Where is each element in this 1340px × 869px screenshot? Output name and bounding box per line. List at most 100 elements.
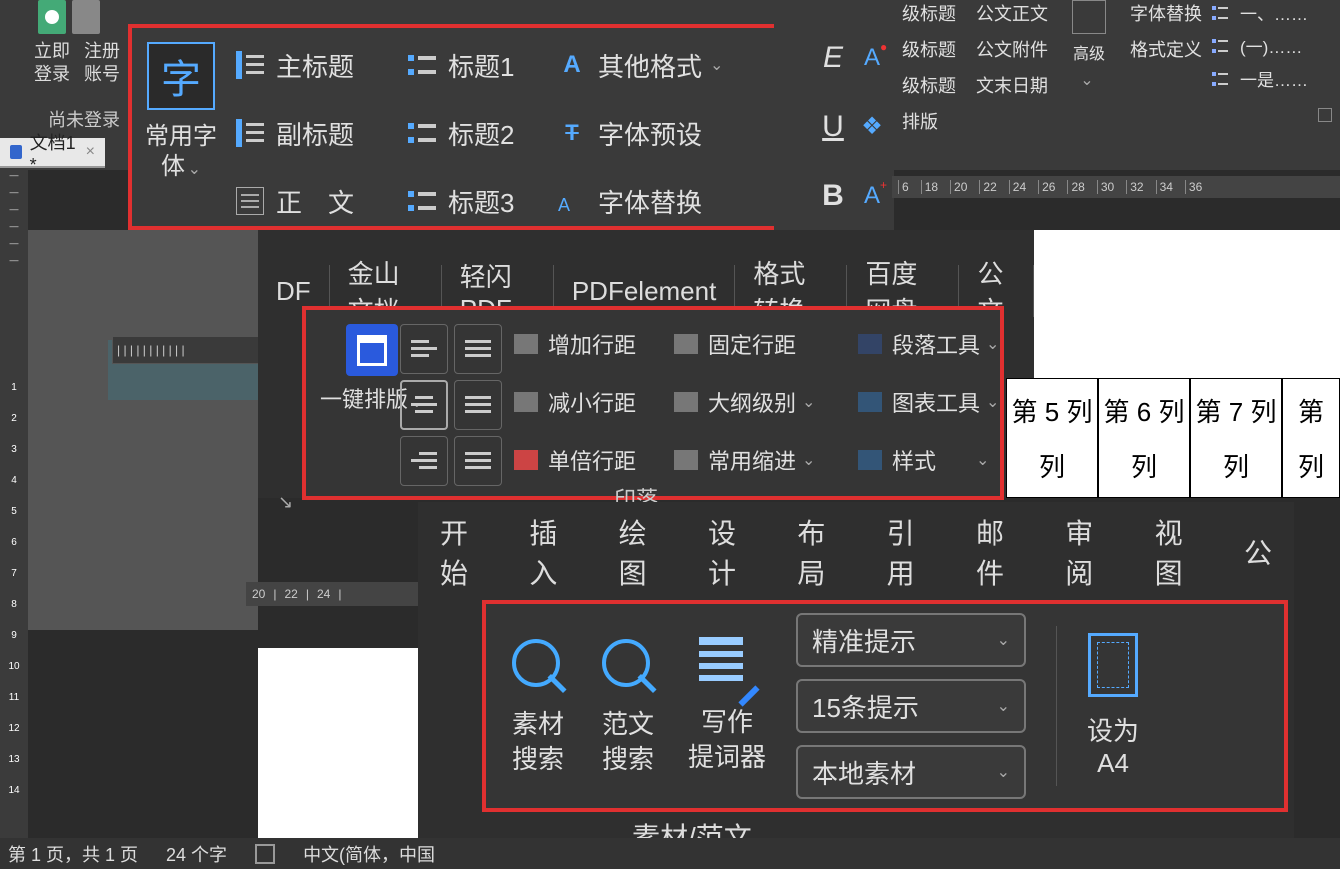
para-icon — [858, 334, 882, 354]
underline-button[interactable]: U — [822, 110, 844, 144]
list-style-3[interactable]: 一是…… — [1212, 66, 1308, 91]
page-status[interactable]: 第 1 页，共 1 页 — [8, 841, 138, 867]
material-search-button[interactable]: 素材 搜索 — [508, 635, 568, 777]
tab-reference[interactable]: 引用 — [865, 512, 954, 592]
search-icon — [508, 635, 568, 695]
login-button[interactable]: 立即 登录 — [34, 40, 70, 87]
text-icon — [236, 187, 264, 215]
increase-spacing-btn[interactable]: 增加行距 — [514, 328, 636, 360]
font-grow-icon[interactable]: A● — [864, 44, 880, 72]
status-bar: 第 1 页，共 1 页 24 个字 中文(简体，中国 — [0, 838, 1340, 869]
tab-view[interactable]: 视图 — [1133, 512, 1222, 592]
doc-icon — [10, 145, 22, 159]
align-justify-button[interactable] — [454, 324, 502, 374]
align-both-button[interactable] — [454, 436, 502, 486]
language-status[interactable]: 中文(简体，中国 — [303, 841, 435, 867]
single-spacing-btn[interactable]: 单倍行距 — [514, 444, 636, 476]
heading2-btn[interactable]: 标题2 — [408, 115, 534, 152]
chart-icon — [858, 392, 882, 412]
italic-button[interactable]: E — [823, 41, 843, 75]
table-cell[interactable]: 第 5 列列 — [1006, 378, 1098, 498]
heading1-btn[interactable]: 标题1 — [408, 47, 534, 84]
common-fonts-button[interactable]: 字 常用字体 ⌄ — [140, 42, 222, 182]
chart-tool-btn[interactable]: 图表工具⌄ — [858, 386, 999, 418]
chevron-down-icon: ⌄ — [188, 161, 201, 178]
tab-draw[interactable]: 绘图 — [597, 512, 686, 592]
align-center-button[interactable] — [400, 380, 448, 430]
edit-doc-icon — [699, 637, 755, 693]
tab-insert[interactable]: 插入 — [507, 512, 596, 592]
spacing-icon — [514, 450, 538, 470]
dialog-launcher-icon[interactable] — [1318, 108, 1332, 122]
precision-dropdown[interactable]: 精准提示⌄ — [796, 613, 1026, 667]
book-icon[interactable] — [255, 844, 275, 864]
close-icon[interactable]: × — [86, 143, 95, 161]
count-dropdown[interactable]: 15条提示⌄ — [796, 679, 1026, 733]
font-size-col: A● ❖ A+ — [850, 24, 894, 230]
styles-btn[interactable]: 样式⌄ — [858, 444, 999, 476]
level-heading[interactable]: 级标题 — [902, 72, 956, 98]
font-shrink-icon[interactable]: A+ — [864, 182, 880, 210]
common-indent-btn[interactable]: 常用缩进⌄ — [674, 444, 815, 476]
body-text-btn[interactable]: 正 文 — [236, 183, 384, 220]
a-icon: A — [558, 51, 586, 79]
heading3-btn[interactable]: 标题3 — [408, 183, 534, 220]
alignment-grid — [400, 324, 502, 486]
tab-mail[interactable]: 邮件 — [954, 512, 1043, 592]
align-left-button[interactable] — [400, 324, 448, 374]
format-define[interactable]: 格式定义 — [1130, 36, 1202, 62]
register-button[interactable]: 注册 账号 — [84, 40, 120, 87]
source-dropdown[interactable]: 本地素材⌄ — [796, 745, 1026, 799]
other-format-btn[interactable]: A其他格式⌄ — [558, 47, 726, 84]
word-count[interactable]: 24 个字 — [166, 841, 227, 867]
chevron-down-icon: ⌄ — [986, 334, 999, 354]
chevron-down-icon: ⌄ — [802, 392, 815, 412]
chevron-down-icon: ⌄ — [997, 630, 1010, 650]
align-dist-button[interactable] — [454, 380, 502, 430]
level-heading[interactable]: 级标题 — [902, 0, 956, 26]
tab-review[interactable]: 审阅 — [1043, 512, 1132, 592]
typeset-label[interactable]: 排版 — [902, 108, 956, 134]
numbering-col: 一、…… (一)…… 一是…… — [1212, 0, 1308, 128]
swap-icon — [558, 187, 586, 215]
set-a4-button[interactable]: 设为 A4 — [1087, 633, 1139, 779]
list-style-2[interactable]: (一)…… — [1212, 33, 1308, 58]
table-cell[interactable]: 第 7 列列 — [1190, 378, 1282, 498]
paragraph-tool-btn[interactable]: 段落工具⌄ — [858, 328, 999, 360]
prompt-button[interactable]: 写作 提词器 — [688, 637, 766, 775]
table-cell[interactable]: 第 6 列列 — [1098, 378, 1190, 498]
columns-icon — [1072, 0, 1106, 34]
fixed-spacing-btn[interactable]: 固定行距 — [674, 328, 815, 360]
font-replace-btn[interactable]: 字体替换 — [558, 183, 726, 220]
doc-date[interactable]: 文末日期 — [976, 72, 1048, 98]
font-preset-btn[interactable]: T字体预设 — [558, 115, 726, 152]
font-replace[interactable]: 字体替换 — [1130, 0, 1202, 26]
document-tab[interactable]: 文档1 * × — [0, 138, 105, 168]
tab-layout[interactable]: 布局 — [775, 512, 864, 592]
list-style-1[interactable]: 一、…… — [1212, 0, 1308, 25]
sample-search-button[interactable]: 范文 搜索 — [598, 635, 658, 777]
avatar-gray-icon — [72, 0, 100, 34]
tab-start[interactable]: 开始 — [418, 512, 507, 592]
heading-icon — [236, 51, 264, 79]
tab-design[interactable]: 设计 — [686, 512, 775, 592]
chevron-down-icon: ⌄ — [997, 762, 1010, 782]
subtitle-btn[interactable]: 副标题 — [236, 115, 384, 152]
spacing-icon — [674, 334, 698, 354]
align-right-button[interactable] — [400, 436, 448, 486]
list-icon — [408, 51, 436, 79]
doc-attach[interactable]: 公文附件 — [976, 36, 1048, 62]
bold-button[interactable]: B — [822, 179, 844, 213]
font-color-icon[interactable]: ❖ — [861, 112, 883, 141]
main-title-btn[interactable]: 主标题 — [236, 47, 384, 84]
doc-body[interactable]: 公文正文 — [976, 0, 1048, 26]
decrease-spacing-btn[interactable]: 减小行距 — [514, 386, 636, 418]
outline-level-btn[interactable]: 大纲级别⌄ — [674, 386, 815, 418]
advanced-label: 高级 — [1073, 40, 1105, 64]
advanced-col[interactable]: 高级 ⌄ — [1058, 0, 1120, 128]
search-icon — [598, 635, 658, 695]
tab-gongwen[interactable]: 公 — [1222, 532, 1294, 572]
dialog-launcher-icon[interactable]: ↘ — [278, 492, 293, 513]
table-cell[interactable]: 第列 — [1282, 378, 1340, 498]
level-heading[interactable]: 级标题 — [902, 36, 956, 62]
